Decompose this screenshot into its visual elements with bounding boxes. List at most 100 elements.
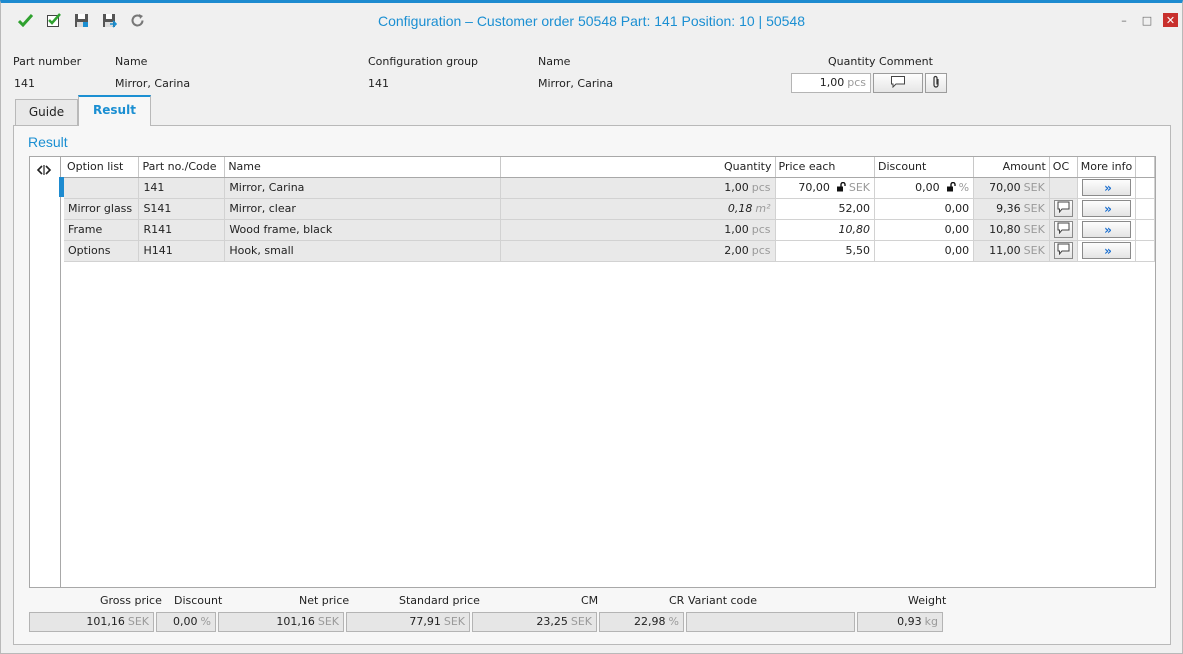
col-more-info[interactable]: More info [1077, 157, 1137, 178]
comment-icon [890, 75, 906, 91]
discount-value: 0,00 [944, 202, 970, 215]
cell-more-info: » [1077, 177, 1137, 199]
cell-spacer [1135, 219, 1155, 241]
cell-amount: 9,36 SEK [973, 198, 1050, 220]
col-discount[interactable]: Discount [874, 157, 975, 178]
grid-gutter [30, 157, 61, 587]
tab-guide[interactable]: Guide [15, 99, 78, 125]
discount-value: 0,00 [915, 180, 940, 194]
name-value: Mirror, Carina [115, 77, 191, 90]
cell-price-each[interactable]: 70,00 SEK [775, 177, 876, 199]
section-title: Result [28, 134, 68, 150]
order-comment-button[interactable] [1053, 221, 1073, 238]
more-info-button[interactable]: » [1082, 221, 1131, 238]
discount-unit: % [200, 615, 211, 628]
price-value: 5,50 [845, 244, 871, 257]
close-button[interactable]: ✕ [1163, 13, 1178, 27]
quantity-value: 2,00 [724, 244, 749, 257]
title-bar: Configuration – Customer order 50548 Par… [1, 3, 1182, 41]
cell-price-each[interactable]: 52,00 [775, 198, 876, 220]
comment-button[interactable] [873, 73, 923, 93]
quantity-value: 1,00 [819, 76, 845, 89]
window-title: Configuration – Customer order 50548 Par… [377, 13, 805, 29]
cell-oc [1049, 219, 1078, 241]
comment-icon [1057, 201, 1070, 216]
cell-more-info: » [1077, 240, 1137, 262]
cell-option-list: Mirror glass [64, 198, 140, 220]
cell-price-each[interactable]: 5,50 [775, 240, 876, 262]
col-price-each[interactable]: Price each [775, 157, 876, 178]
col-name[interactable]: Name [224, 157, 502, 178]
double-chevron-right-icon: » [1104, 243, 1112, 258]
table-row[interactable]: Mirror glass S141 Mirror, clear 0,18 m² 5… [64, 198, 1155, 220]
net-price-label: Net price [299, 594, 350, 607]
cell-discount[interactable]: 0,00 [874, 240, 975, 262]
gross-price-unit: SEK [127, 615, 149, 628]
part-number-label: Part number [13, 55, 82, 68]
order-comment-button[interactable] [1053, 242, 1073, 259]
more-info-button[interactable]: » [1082, 179, 1131, 196]
minimize-button[interactable]: – [1117, 13, 1131, 27]
discount-field: 0,00% [156, 612, 216, 632]
table-row[interactable]: Frame R141 Wood frame, black 1,00 pcs 10,… [64, 219, 1155, 241]
table-row[interactable]: 141 Mirror, Carina 1,00 pcs 70,00 SEK 0,00… [64, 177, 1155, 199]
config-group-value: 141 [368, 77, 389, 90]
cr-field: 22,98% [599, 612, 684, 632]
cm-unit: SEK [570, 615, 592, 628]
amount-unit: SEK [1023, 223, 1045, 236]
discount-value: 0,00 [944, 223, 970, 236]
unlock-icon[interactable] [836, 181, 846, 195]
quantity-unit: pcs [847, 76, 866, 89]
table-row[interactable]: Options H141 Hook, small 2,00 pcs 5,50 0,… [64, 240, 1155, 262]
cell-spacer [1135, 240, 1155, 262]
cell-part-no: 141 [138, 177, 226, 199]
standard-price-field: 77,91 SEK [346, 612, 470, 632]
cell-quantity: 2,00 pcs [500, 240, 776, 262]
col-quantity[interactable]: Quantity [500, 157, 776, 178]
expand-collapse-icon[interactable] [36, 163, 52, 180]
amount-value: 9,36 [996, 202, 1021, 215]
maximize-button[interactable]: □ [1140, 13, 1154, 27]
price-unit: SEK [848, 180, 871, 194]
cell-oc [1049, 177, 1078, 199]
table-header-row: Option list Part no./Code Name Quantity … [64, 157, 1155, 178]
cell-discount[interactable]: 0,00 [874, 198, 975, 220]
cm-value: 23,25 [536, 615, 568, 628]
quantity-field[interactable]: 1,00 pcs [791, 73, 871, 93]
quantity-unit: m² [755, 202, 771, 215]
quantity-comment-label: Quantity Comment [828, 55, 933, 68]
price-value: 70,00 [798, 180, 830, 194]
cell-quantity: 1,00 pcs [500, 219, 776, 241]
amount-unit: SEK [1023, 181, 1045, 194]
col-option-list[interactable]: Option list [64, 157, 140, 178]
net-price-field: 101,16 SEK [218, 612, 344, 632]
cell-name: Wood frame, black [224, 219, 502, 241]
gross-price-value: 101,16 [86, 615, 125, 628]
amount-value: 70,00 [989, 181, 1021, 194]
tab-result[interactable]: Result [78, 95, 151, 126]
cell-name: Mirror, Carina [224, 177, 502, 199]
standard-price-label: Standard price [399, 594, 480, 607]
col-part-no[interactable]: Part no./Code [138, 157, 226, 178]
paperclip-icon [931, 75, 941, 92]
cell-name: Hook, small [224, 240, 502, 262]
price-value: 52,00 [838, 202, 871, 215]
cell-price-each[interactable]: 10,80 [775, 219, 876, 241]
gross-price-label: Gross price [100, 594, 162, 607]
more-info-button[interactable]: » [1082, 200, 1131, 217]
cell-option-list: Frame [64, 219, 140, 241]
variant-code-field [686, 612, 855, 632]
unlock-icon[interactable] [946, 181, 956, 195]
cell-part-no: S141 [138, 198, 226, 220]
cell-discount[interactable]: 0,00 [874, 219, 975, 241]
cell-part-no: H141 [138, 240, 226, 262]
col-amount[interactable]: Amount [973, 157, 1050, 178]
col-oc[interactable]: OC [1049, 157, 1078, 178]
quantity-value: 1,00 [724, 181, 749, 194]
weight-value: 0,93 [897, 615, 922, 628]
cell-discount[interactable]: 0,00% [874, 177, 975, 199]
order-comment-button[interactable] [1053, 200, 1073, 217]
cell-quantity: 0,18 m² [500, 198, 776, 220]
attachment-button[interactable] [925, 73, 947, 93]
more-info-button[interactable]: » [1082, 242, 1131, 259]
